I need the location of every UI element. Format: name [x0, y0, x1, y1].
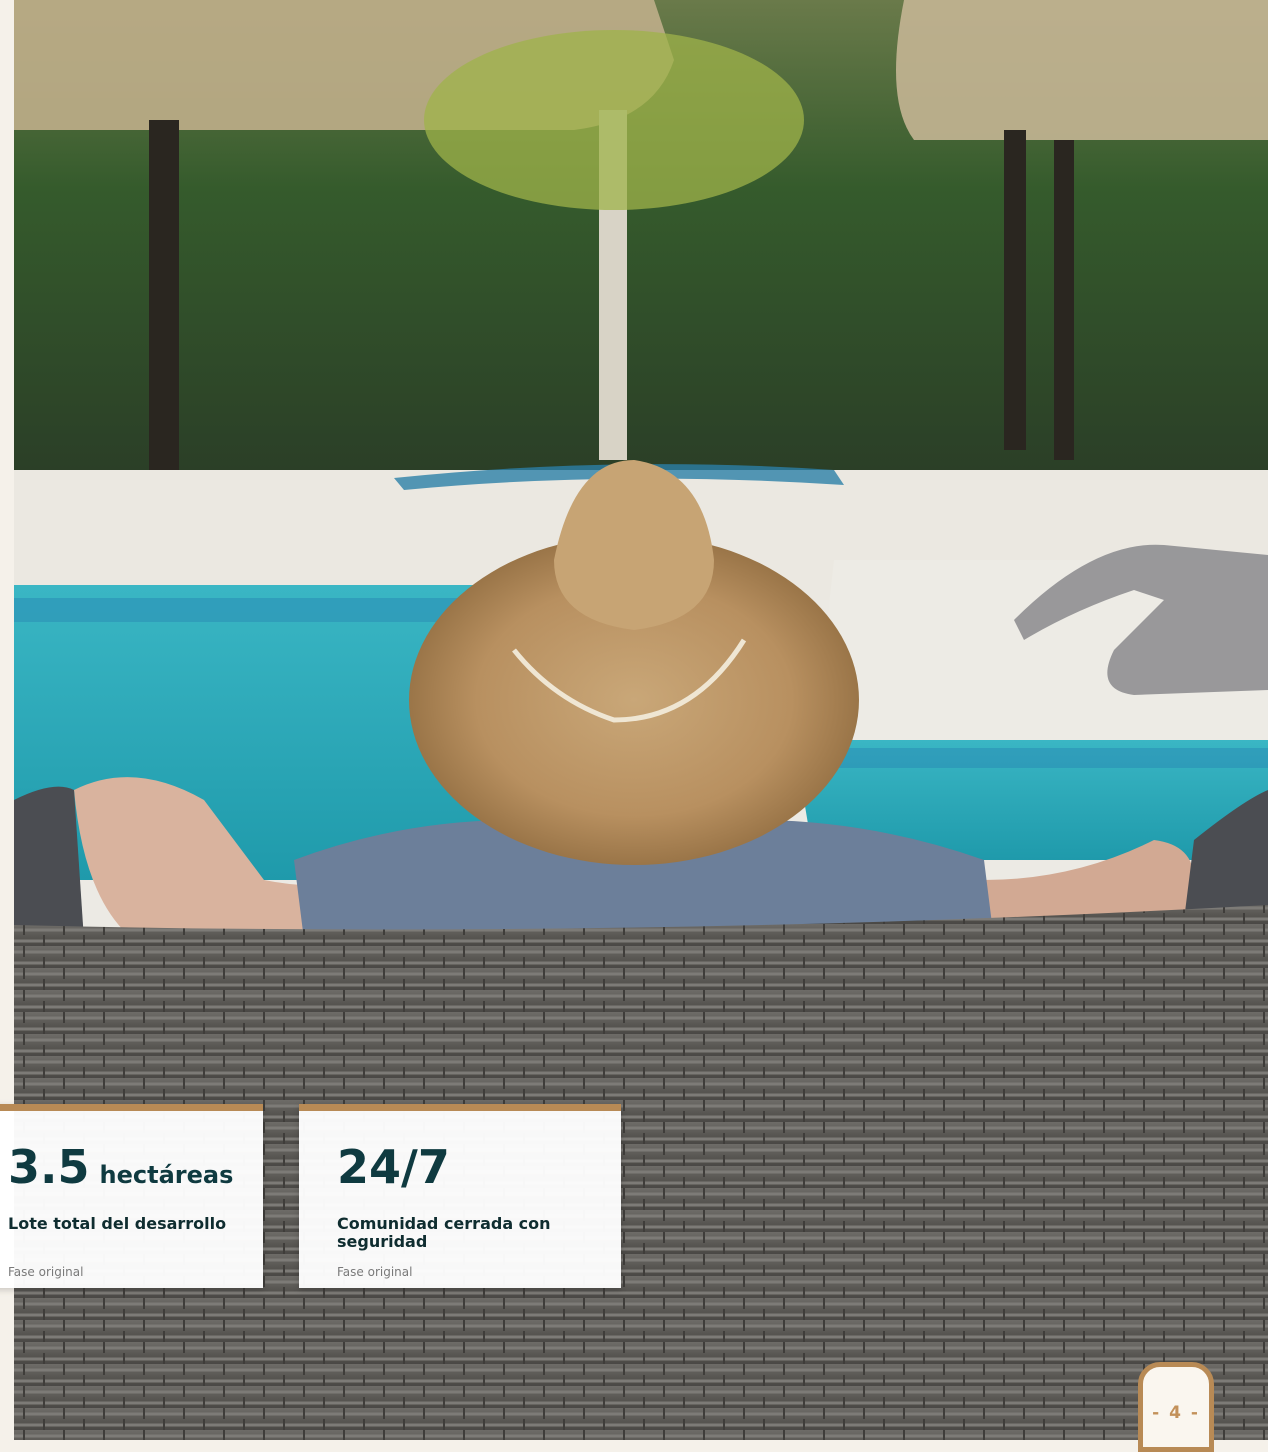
- stat-card-security: 24/7 Comunidad cerrada con seguridad Fas…: [299, 1104, 621, 1288]
- stat-value: 3.5 hectáreas: [8, 1141, 233, 1201]
- stat-number: 24/7: [337, 1140, 450, 1194]
- stat-number: 3.5: [8, 1140, 90, 1194]
- stat-note: Fase original: [337, 1265, 413, 1279]
- stat-card-area: 3.5 hectáreas Lote total del desarrollo F…: [0, 1104, 263, 1288]
- stat-value: 24/7: [337, 1141, 450, 1193]
- stat-unit: hectáreas: [99, 1161, 234, 1189]
- stat-description: Comunidad cerrada con seguridad: [337, 1214, 551, 1251]
- stat-note: Fase original: [8, 1265, 84, 1279]
- stat-description: Lote total del desarrollo: [8, 1214, 227, 1233]
- page-number-badge: - 4 -: [1138, 1362, 1214, 1452]
- page-number: - 4 -: [1152, 1403, 1200, 1423]
